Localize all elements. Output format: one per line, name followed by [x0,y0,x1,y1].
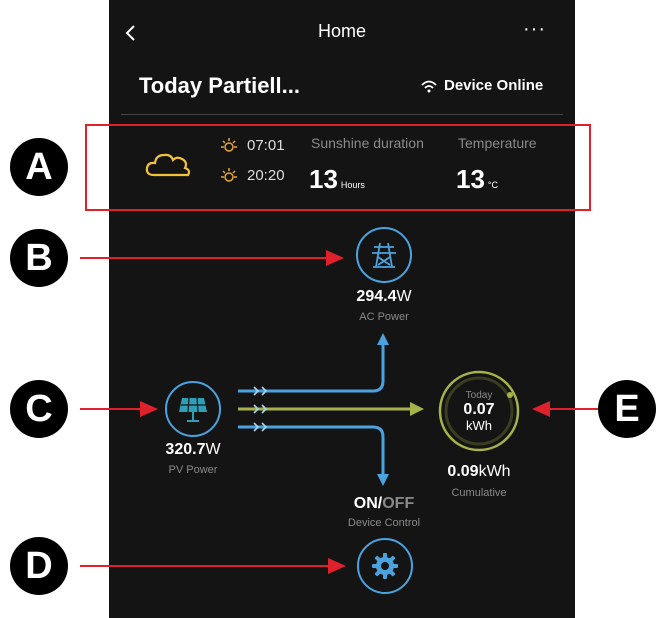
flow-arrow-energy [410,402,424,416]
cumulative-number: 0.09 [447,463,479,480]
ac-power-icon[interactable] [356,227,412,283]
on-off-state: ON/OFF [334,495,434,513]
ac-power-number: 294.4 [356,288,397,305]
flow-line-ac [238,343,385,393]
today-energy-unit: kWh [466,417,492,433]
on-label: ON [353,495,378,512]
energy-flow-lines [80,250,598,574]
solar-panel-icon [179,397,207,422]
flow-arrow-control [377,474,389,486]
gear-icon [372,553,398,579]
pv-power-icon[interactable] [165,381,221,437]
today-energy-value: 0.07 [463,400,495,418]
annotation-marker-a: A [10,138,68,196]
pv-power-label: PV Power [168,464,218,476]
annotation-marker-e: E [598,380,656,438]
ac-power-unit: W [396,288,412,305]
ac-power-value: 294.4W [334,288,434,306]
power-tower-icon [372,242,396,268]
off-label: OFF [382,495,415,512]
annotation-marker-d: D [10,537,68,595]
pv-power-value: 320.7W [143,441,243,459]
today-energy: Today 0.07 kWh [437,369,521,453]
pv-power-unit: W [205,441,221,458]
cumulative-value: 0.09kWh [429,463,529,481]
ac-power-label: AC Power [359,311,409,323]
cumulative-unit: kWh [478,463,511,480]
device-control-button[interactable] [357,538,413,594]
annotation-marker-c: C [10,380,68,438]
flow-arrow-ac [377,333,389,345]
flow-line-control [238,425,385,476]
pv-power-number: 320.7 [165,441,206,458]
cumulative-label: Cumulative [451,487,507,499]
today-energy-label: Today [465,389,493,401]
device-control-label: Device Control [347,517,421,529]
annotation-marker-b: B [10,229,68,287]
